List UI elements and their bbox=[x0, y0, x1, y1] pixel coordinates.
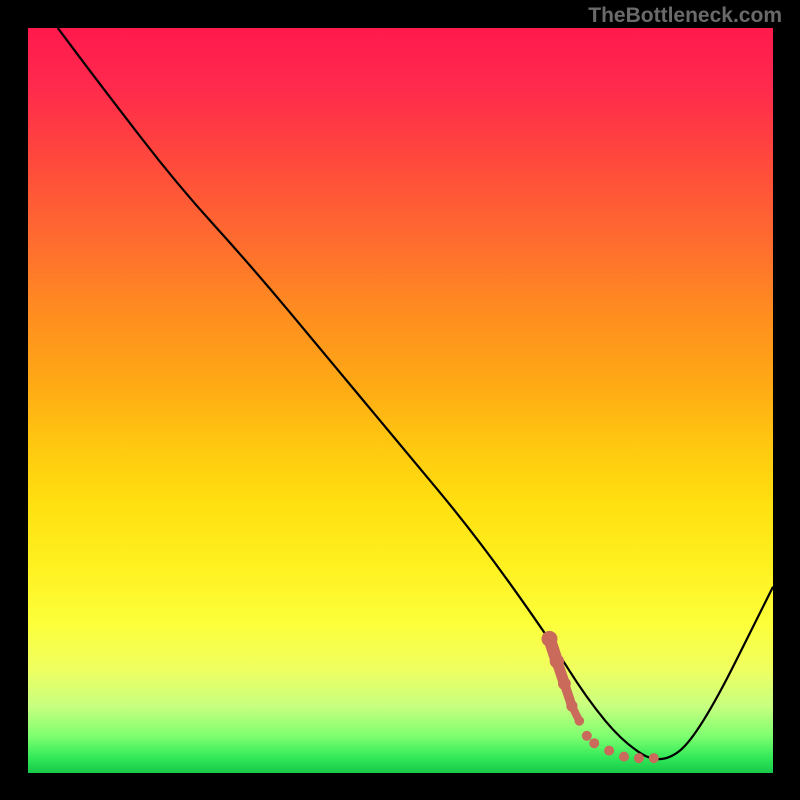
optimal-marker bbox=[542, 631, 659, 763]
chart-svg bbox=[28, 28, 773, 773]
chart-plot-area bbox=[28, 28, 773, 773]
bottleneck-curve bbox=[58, 28, 773, 759]
watermark-text: TheBottleneck.com bbox=[588, 4, 782, 28]
